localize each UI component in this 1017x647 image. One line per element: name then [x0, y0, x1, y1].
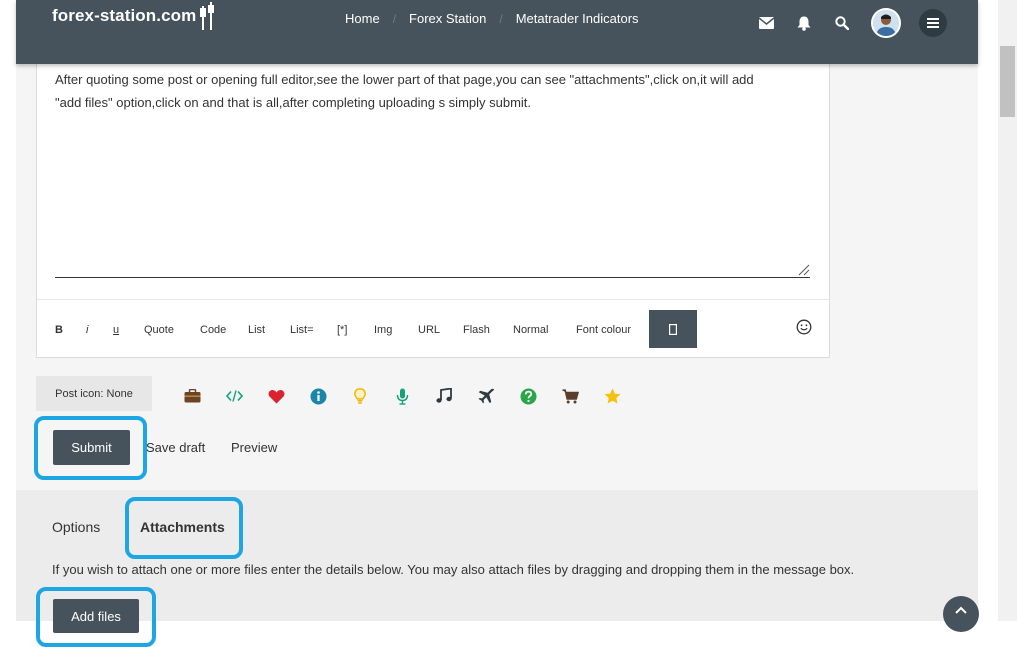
heart-icon[interactable] [267, 387, 285, 405]
smiley-icon[interactable] [796, 319, 812, 335]
code-button[interactable]: Code [200, 324, 226, 336]
page-scrollbar[interactable] [998, 0, 1017, 621]
textarea-border [55, 277, 810, 278]
top-navbar: forex-station.com Home / Forex Station /… [16, 0, 978, 64]
plane-icon[interactable] [477, 387, 495, 405]
img-button[interactable]: Img [374, 324, 392, 336]
lightbulb-icon[interactable] [351, 387, 369, 405]
resize-handle-icon[interactable] [798, 264, 810, 276]
star-icon[interactable] [603, 387, 621, 405]
message-text-line: "add files" option,click on and that is … [55, 94, 532, 110]
post-icon-none[interactable]: Post icon: None [36, 376, 152, 411]
preview-button[interactable]: Preview [231, 440, 277, 455]
message-textarea[interactable]: After quoting some post or opening full … [55, 69, 815, 114]
attachments-highlight [125, 497, 243, 559]
chevron-up-icon [955, 606, 967, 614]
scrollbar-thumb[interactable] [1000, 46, 1015, 117]
list-button[interactable]: List [248, 324, 265, 336]
bold-button[interactable]: B [55, 324, 63, 336]
font-size-select[interactable]: Normal [513, 324, 548, 336]
format-toolbar: B i u Quote Code List List= [*] Img URL … [37, 299, 829, 358]
color-palette-button[interactable] [649, 310, 697, 348]
message-editor: After quoting some post or opening full … [36, 48, 830, 358]
code-icon[interactable] [225, 387, 243, 405]
add-files-highlight [36, 587, 156, 647]
briefcase-icon[interactable] [183, 387, 201, 405]
breadcrumb-separator: / [499, 11, 503, 26]
submit-highlight [34, 416, 147, 480]
message-text-line: After quoting some post or opening full … [55, 72, 754, 87]
attachments-info-text: If you wish to attach one or more files … [52, 562, 855, 577]
header-actions [757, 8, 947, 38]
site-logo[interactable]: forex-station.com [52, 6, 196, 26]
quote-button[interactable]: Quote [144, 324, 174, 336]
breadcrumb-separator: / [392, 11, 397, 26]
ordered-list-button[interactable]: List= [290, 324, 314, 336]
envelope-icon[interactable] [757, 13, 775, 33]
underline-button[interactable]: u [113, 324, 119, 336]
tab-options[interactable]: Options [52, 519, 100, 535]
nav-forex-station[interactable]: Forex Station [409, 11, 486, 26]
hamburger-menu-icon[interactable] [919, 9, 947, 37]
avatar[interactable] [871, 8, 901, 38]
cart-icon[interactable] [561, 387, 579, 405]
url-button[interactable]: URL [418, 324, 440, 336]
music-icon[interactable] [435, 387, 453, 405]
search-icon[interactable] [833, 13, 851, 33]
question-icon[interactable] [519, 387, 537, 405]
breadcrumb: Home / Forex Station / Metatrader Indica… [345, 11, 639, 26]
scroll-to-top-button[interactable] [943, 596, 979, 632]
nav-home[interactable]: Home [345, 11, 380, 26]
info-icon[interactable] [309, 387, 327, 405]
italic-button[interactable]: i [86, 324, 88, 336]
list-item-button[interactable]: [*] [337, 324, 347, 336]
square-icon [669, 323, 677, 335]
bell-icon[interactable] [795, 13, 813, 33]
flash-button[interactable]: Flash [463, 324, 490, 336]
logo-mark-icon [200, 2, 214, 30]
microphone-icon[interactable] [393, 387, 411, 405]
save-draft-button[interactable]: Save draft [146, 440, 205, 455]
font-colour-button[interactable]: Font colour [576, 324, 631, 336]
nav-metatrader-indicators[interactable]: Metatrader Indicators [516, 11, 639, 26]
